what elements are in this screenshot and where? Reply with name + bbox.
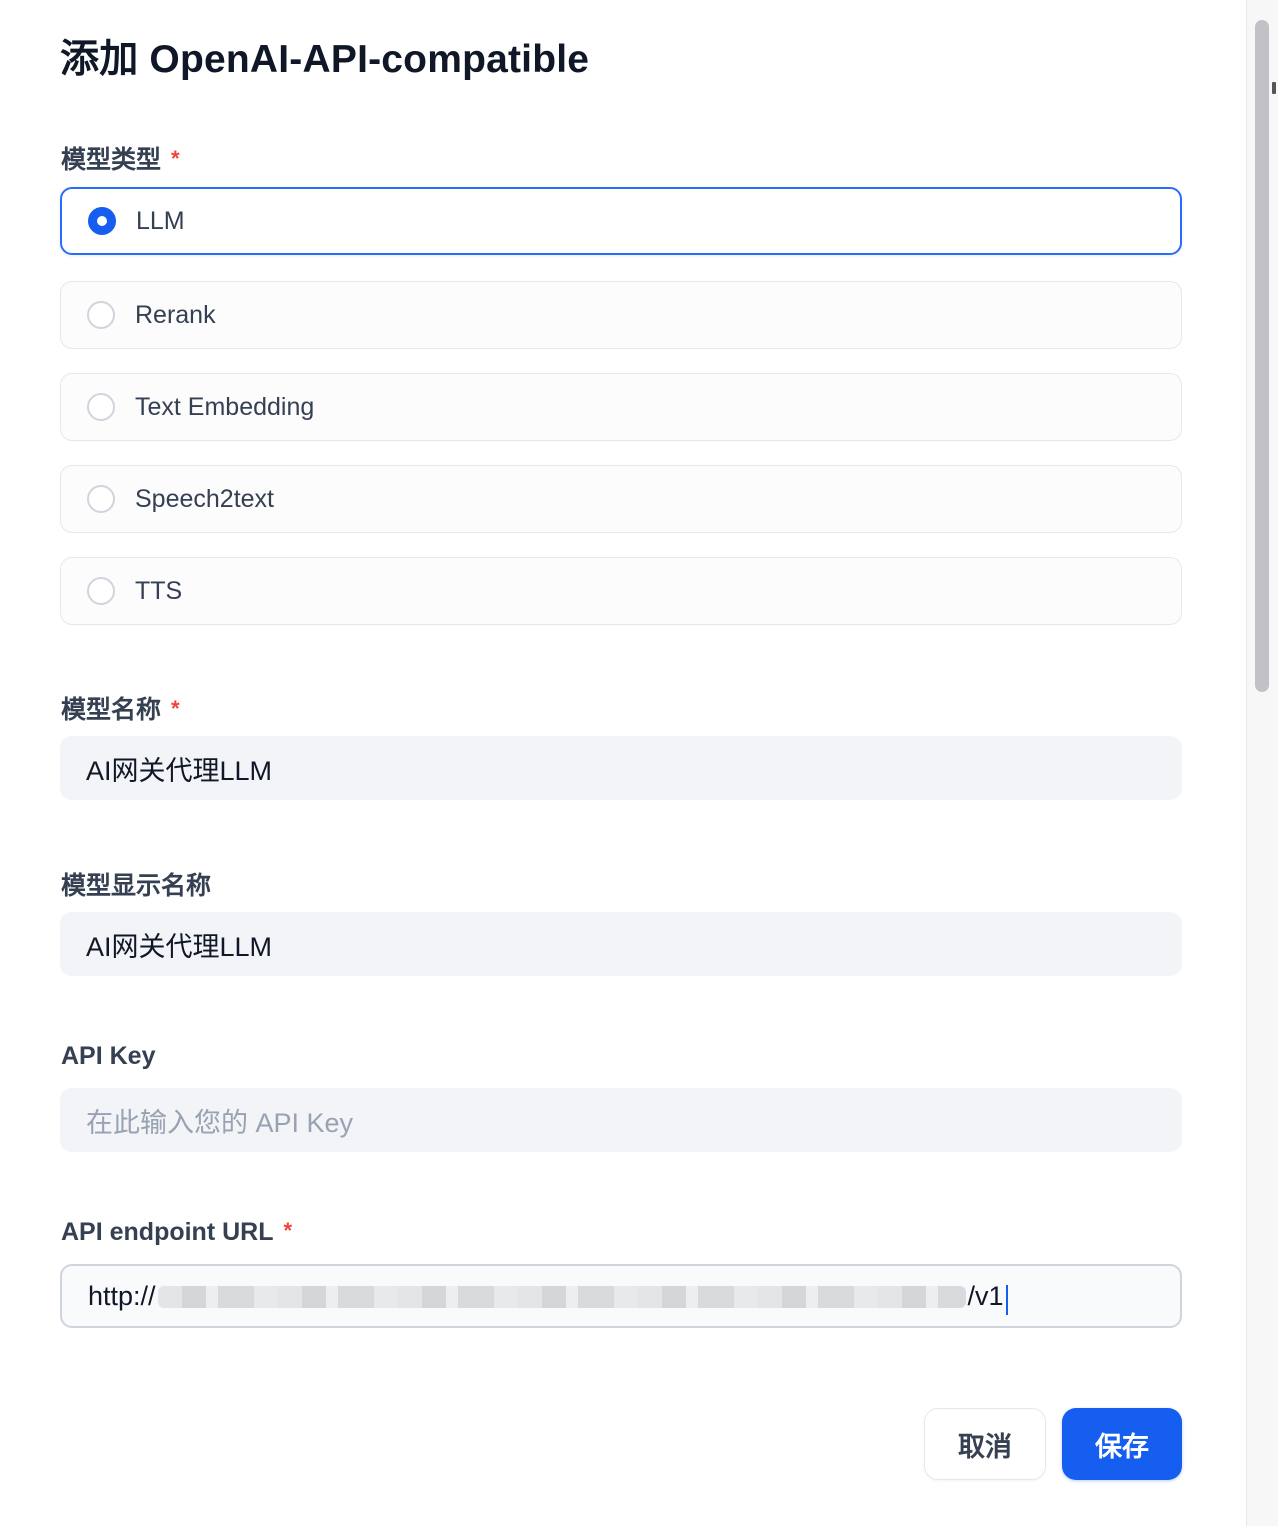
text-caret (1005, 1285, 1008, 1315)
endpoint-url-input[interactable]: http:// /v1 (60, 1264, 1182, 1328)
radio-unchecked-icon (87, 393, 115, 421)
display-name-input[interactable]: AI网关代理LLM (60, 912, 1182, 976)
required-mark: * (171, 696, 180, 721)
add-model-dialog: 添加 OpenAI-API-compatible 模型类型 * LLM Reran… (0, 0, 1246, 1526)
model-type-option-llm[interactable]: LLM (60, 187, 1182, 255)
model-name-label-text: 模型名称 (61, 696, 162, 724)
endpoint-label-text: API endpoint URL (61, 1218, 274, 1246)
radio-unchecked-icon (87, 301, 115, 329)
display-name-label: 模型显示名称 (61, 872, 212, 900)
api-key-label: API Key (61, 1042, 156, 1070)
api-key-input[interactable]: 在此输入您的 API Key (60, 1088, 1182, 1152)
window-edge-mark (1272, 82, 1276, 94)
redacted-url-blur (157, 1286, 966, 1308)
required-mark: * (171, 146, 180, 171)
scrollbar-track[interactable] (1246, 0, 1278, 1526)
radio-unchecked-icon (87, 485, 115, 513)
cancel-button[interactable]: 取消 (924, 1408, 1046, 1480)
dialog-title: 添加 OpenAI-API-compatible (60, 38, 590, 81)
radio-unchecked-icon (87, 577, 115, 605)
option-label: TTS (135, 576, 183, 605)
option-label: Text Embedding (135, 392, 315, 421)
model-type-option-tts[interactable]: TTS (60, 557, 1182, 625)
endpoint-url-suffix: /v1 (967, 1280, 1004, 1311)
model-type-option-rerank[interactable]: Rerank (60, 281, 1182, 349)
option-label: Rerank (135, 300, 216, 329)
save-button[interactable]: 保存 (1062, 1408, 1182, 1480)
model-name-label: 模型名称 * (61, 690, 180, 726)
scrollbar-thumb[interactable] (1255, 20, 1269, 692)
option-label: LLM (136, 206, 185, 235)
endpoint-url-prefix: http:// (88, 1280, 156, 1311)
endpoint-label: API endpoint URL * (61, 1218, 292, 1247)
model-type-option-speech2text[interactable]: Speech2text (60, 465, 1182, 533)
model-type-label: 模型类型 * (61, 140, 180, 176)
api-key-placeholder: 在此输入您的 API Key (86, 1107, 354, 1138)
required-mark: * (283, 1218, 293, 1243)
option-label: Speech2text (135, 484, 274, 513)
model-name-input[interactable]: AI网关代理LLM (60, 736, 1182, 800)
radio-checked-icon (88, 207, 116, 235)
model-type-option-text-embedding[interactable]: Text Embedding (60, 373, 1182, 441)
model-type-label-text: 模型类型 (61, 146, 162, 174)
